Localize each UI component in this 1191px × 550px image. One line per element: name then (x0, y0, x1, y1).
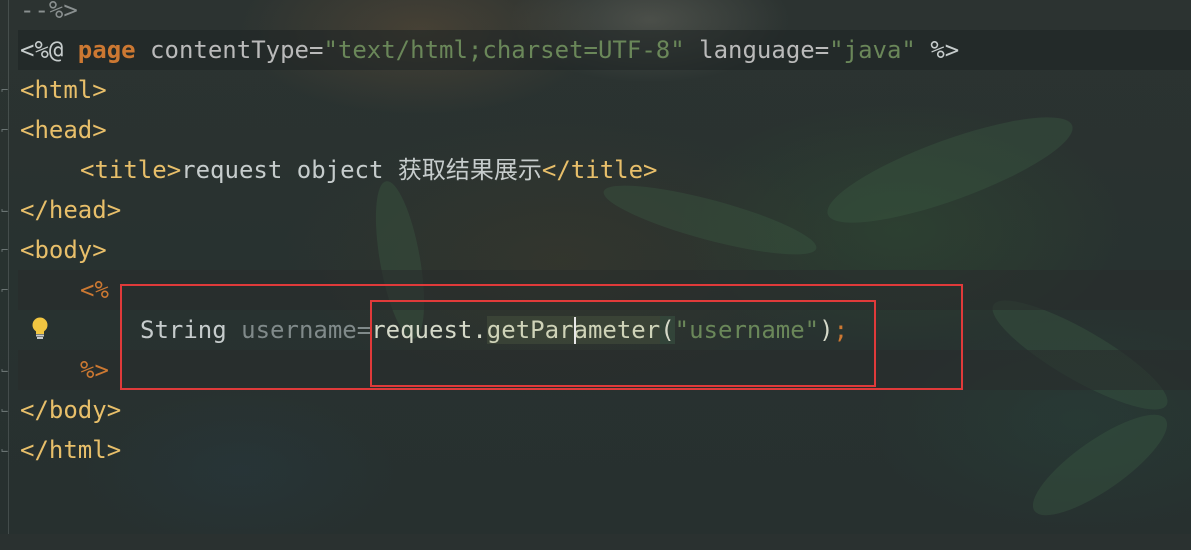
code-line[interactable]: <html> (0, 70, 107, 110)
code-line[interactable]: </head> (0, 190, 121, 230)
code-line[interactable]: <head> (0, 110, 107, 150)
highlight-box-call (370, 300, 876, 387)
code-line[interactable]: --%> (0, 0, 78, 30)
html-open-tag: <html> (20, 76, 107, 104)
head-close-tag: </head> (20, 196, 122, 224)
code-line[interactable]: <title>request object 获取结果展示</title> (0, 150, 658, 190)
code-line[interactable]: </html> (0, 430, 121, 470)
code-line[interactable]: <% (0, 270, 109, 310)
body-close-tag: </body> (20, 396, 122, 424)
code-line[interactable]: <body> (0, 230, 107, 270)
head-open-tag: <head> (20, 116, 107, 144)
lightbulb-icon[interactable] (30, 316, 50, 340)
code-editor[interactable]: --%> <%@ page contentType="text/html;cha… (0, 0, 1191, 534)
code-line[interactable]: %> (0, 350, 109, 390)
code-line[interactable]: <%@ page contentType="text/html;charset=… (0, 30, 959, 70)
code-line[interactable]: </body> (0, 390, 121, 430)
comment-close: --%> (20, 0, 78, 24)
title-element: <title>request object 获取结果展示</title> (80, 156, 658, 184)
scriptlet-close: %> (80, 356, 109, 384)
html-close-tag: </html> (20, 436, 122, 464)
page-directive: <%@ page contentType="text/html;charset=… (20, 36, 960, 64)
scriptlet-open: <% (80, 276, 109, 304)
body-open-tag: <body> (20, 236, 107, 264)
